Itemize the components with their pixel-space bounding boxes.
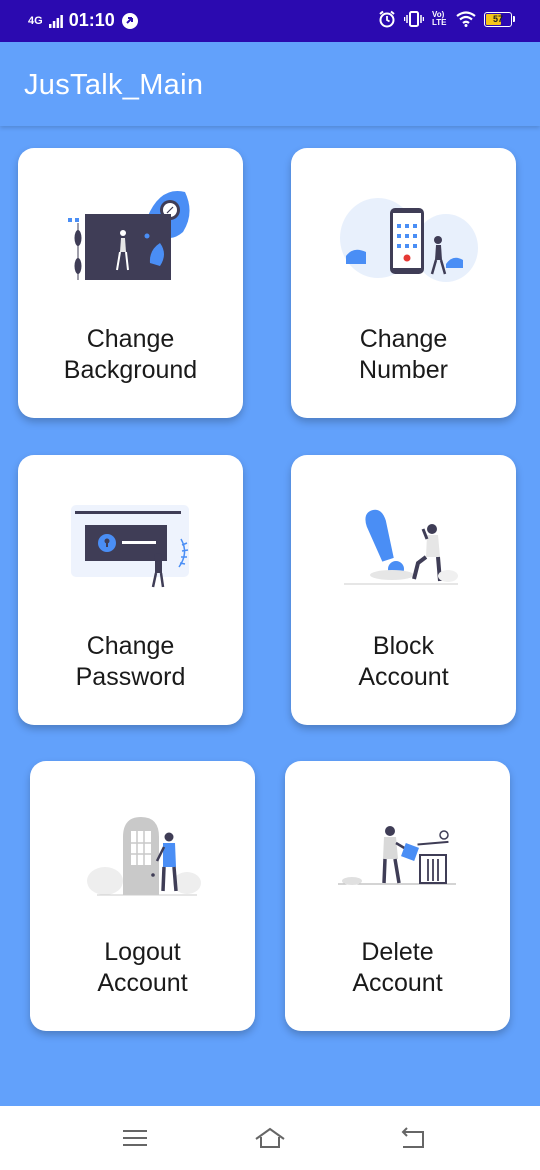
phone-illustration-icon [340, 198, 478, 282]
change-background-label: Change Background [63, 325, 198, 384]
delete-illustration-icon [338, 826, 456, 885]
clock-time: 01:10 [68, 10, 115, 30]
block-account-card[interactable]: Block Account [291, 455, 516, 725]
status-bar: 4G 01:10 Vo) LTE 57 [0, 0, 540, 42]
app-bar: JusTalk_Main [0, 42, 540, 126]
change-number-card[interactable]: Change Number [291, 148, 516, 418]
battery-icon: 57 [484, 11, 515, 27]
navigation-bar [0, 1106, 540, 1170]
home-icon[interactable] [253, 1123, 287, 1153]
logout-account-label: Logout Account [97, 938, 188, 997]
change-number-label: Change Number [359, 325, 448, 384]
wifi-icon [456, 11, 476, 27]
status-right: Vo) LTE 57 [378, 10, 515, 28]
change-password-card[interactable]: Change Password [18, 455, 243, 725]
logout-illustration-icon [87, 817, 201, 896]
logout-account-card[interactable]: Logout Account [30, 761, 255, 1031]
change-password-label: Change Password [75, 632, 186, 691]
delete-account-card[interactable]: Delete Account [285, 761, 510, 1031]
back-icon[interactable] [395, 1123, 429, 1153]
alarm-icon [379, 10, 395, 28]
block-illustration-icon [344, 509, 458, 585]
delete-account-label: Delete Account [352, 938, 443, 997]
change-background-card[interactable]: Change Background [18, 148, 243, 418]
app-title: JusTalk_Main [24, 69, 204, 101]
vibrate-icon [404, 11, 424, 27]
battery-level: 57 [492, 13, 503, 24]
network-type: 4G [28, 14, 43, 27]
data-saver-icon [121, 12, 138, 29]
signal-icon [48, 14, 63, 28]
password-illustration-icon [71, 505, 189, 588]
volte-indicator: Vo) LTE [432, 10, 447, 27]
menu-icon[interactable] [118, 1123, 152, 1153]
background-illustration-icon [68, 191, 190, 280]
block-account-label: Block Account [358, 632, 449, 691]
status-left: 4G 01:10 [28, 10, 139, 31]
